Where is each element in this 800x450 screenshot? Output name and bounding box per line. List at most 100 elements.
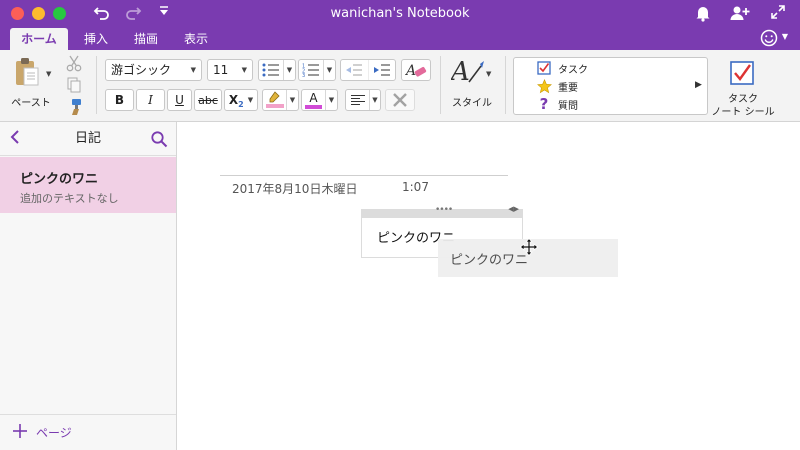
- search-icon[interactable]: [150, 130, 168, 148]
- page-list-item-title: ピンクのワニ: [20, 172, 99, 187]
- checkbox-icon: [536, 60, 552, 76]
- italic-button[interactable]: I: [136, 89, 165, 111]
- increase-indent-icon[interactable]: [369, 60, 396, 80]
- page-list-sidebar: 日記 ピンクのワニ 追加のテキストなし ページ: [0, 122, 177, 450]
- svg-text:3: 3: [302, 73, 305, 77]
- plus-icon: [12, 423, 28, 441]
- font-size-chevron-down-icon: ▼: [241, 66, 247, 74]
- customize-toolbar-icon[interactable]: [153, 4, 175, 26]
- subscript-button[interactable]: X2 ▼: [224, 89, 258, 111]
- underline-button[interactable]: U: [167, 89, 192, 111]
- tag-item-label: 重要: [558, 82, 578, 94]
- paste-button-label[interactable]: ペースト: [6, 94, 56, 109]
- fullscreen-expand-icon[interactable]: [767, 4, 789, 25]
- ribbon-separator: [96, 56, 97, 114]
- window-title: wanichan's Notebook: [330, 6, 470, 21]
- tags-gallery[interactable]: タスク 重要 ? 質問 ▶: [513, 57, 708, 115]
- highlight-chevron-down-icon[interactable]: ▼: [287, 90, 298, 110]
- tags-gallery-expand-arrow-icon[interactable]: ▶: [695, 80, 702, 90]
- font-size-select[interactable]: 11 ▼: [207, 59, 253, 81]
- tag-item-label: タスク: [558, 64, 588, 76]
- tag-item-label: 質問: [558, 100, 578, 112]
- todo-tag-button-label[interactable]: タスク ノート シール: [706, 93, 780, 119]
- tag-item-question[interactable]: ? 質問: [536, 95, 578, 113]
- tag-item-important[interactable]: 重要: [536, 78, 578, 94]
- redo-icon[interactable]: [122, 4, 144, 27]
- strikethrough-button[interactable]: abc: [194, 89, 222, 111]
- add-page-label: ページ: [36, 425, 72, 440]
- svg-text:A: A: [451, 57, 470, 86]
- move-cursor-icon: [519, 237, 539, 257]
- feedback-chevron-down-icon[interactable]: ▼: [782, 32, 788, 41]
- numbered-list-chevron-down-icon[interactable]: ▼: [324, 60, 335, 80]
- title-bar: wanichan's Notebook: [0, 0, 800, 28]
- tab-insert[interactable]: 挿入: [74, 28, 118, 50]
- bold-button[interactable]: B: [105, 89, 134, 111]
- highlighter-icon[interactable]: [263, 90, 287, 110]
- tab-view[interactable]: 表示: [174, 28, 218, 50]
- svg-text:A: A: [405, 63, 416, 79]
- bullet-list-icon[interactable]: [259, 60, 284, 80]
- resize-arrows-icon[interactable]: ◀▶: [508, 205, 519, 213]
- clear-formatting-eraser-icon: A: [405, 63, 427, 79]
- indent-control[interactable]: [340, 59, 396, 81]
- note-container-drag-handle[interactable]: •••• ◀▶: [362, 205, 522, 218]
- tab-draw[interactable]: 描画: [124, 28, 168, 50]
- cut-scissors-icon[interactable]: [65, 54, 83, 72]
- delete-button[interactable]: [385, 89, 415, 111]
- copy-icon[interactable]: [65, 76, 83, 94]
- paste-options-chevron-down-icon[interactable]: ▼: [46, 70, 51, 78]
- sidebar-footer: ページ: [0, 414, 176, 450]
- ribbon-separator: [440, 56, 441, 114]
- font-name-select[interactable]: 游ゴシック ▼: [105, 59, 202, 81]
- font-color-chevron-down-icon[interactable]: ▼: [326, 90, 337, 110]
- tag-item-task[interactable]: タスク: [536, 60, 588, 76]
- bullet-list-chevron-down-icon[interactable]: ▼: [284, 60, 295, 80]
- drag-preview-text: ピンクのワニ: [450, 253, 529, 268]
- share-add-person-icon[interactable]: [729, 4, 751, 27]
- subscript-chevron-down-icon: ▼: [247, 96, 254, 104]
- zoom-window-button[interactable]: [53, 7, 66, 20]
- section-header: 日記: [0, 122, 176, 156]
- undo-icon[interactable]: [91, 4, 113, 27]
- page-time: 1:07: [402, 180, 429, 194]
- numbered-list-control[interactable]: 123 ▼: [298, 59, 336, 81]
- feedback-smiley-icon[interactable]: [760, 29, 778, 52]
- todo-tag-label-line1: タスク: [728, 94, 758, 105]
- delete-x-icon: [393, 93, 407, 107]
- clear-formatting-button[interactable]: A: [401, 59, 431, 81]
- todo-tag-label-line2: ノート シール: [711, 107, 775, 118]
- paragraph-align-control[interactable]: ▼: [345, 89, 381, 111]
- align-chevron-down-icon[interactable]: ▼: [370, 90, 380, 110]
- align-left-icon[interactable]: [346, 90, 370, 110]
- highlight-color-control[interactable]: ▼: [262, 89, 299, 111]
- subscript-letter: X: [228, 93, 239, 107]
- add-page-button[interactable]: ページ: [12, 423, 72, 441]
- tab-home[interactable]: ホーム: [10, 28, 68, 50]
- paste-clipboard-icon[interactable]: [14, 57, 42, 87]
- numbered-list-icon[interactable]: 123: [299, 60, 324, 80]
- styles-chevron-down-icon[interactable]: ▼: [486, 70, 491, 78]
- notifications-bell-icon[interactable]: [692, 4, 714, 27]
- font-name-value: 游ゴシック: [111, 63, 172, 77]
- font-color-icon[interactable]: A: [302, 90, 326, 110]
- question-icon: ?: [539, 95, 549, 113]
- styles-icon[interactable]: A: [449, 56, 485, 87]
- format-painter-brush-icon[interactable]: [65, 98, 83, 116]
- subscript-index: 2: [238, 99, 244, 109]
- close-window-button[interactable]: [11, 7, 24, 20]
- page-list-item[interactable]: ピンクのワニ 追加のテキストなし: [0, 157, 176, 213]
- page-canvas[interactable]: 2017年8月10日木曜日 1:07 •••• ◀▶ ピンクのワニ ピンクのワニ: [178, 122, 800, 450]
- page-list-item-subtitle: 追加のテキストなし: [20, 192, 119, 205]
- font-size-value: 11: [213, 63, 229, 77]
- styles-label[interactable]: スタイル: [444, 94, 500, 109]
- page-date: 2017年8月10日木曜日: [232, 182, 358, 196]
- font-color-control[interactable]: A ▼: [301, 89, 338, 111]
- bullet-list-control[interactable]: ▼: [258, 59, 296, 81]
- minimize-window-button[interactable]: [32, 7, 45, 20]
- todo-tag-checkbox-icon[interactable]: [729, 60, 755, 86]
- ribbon-tab-bar: ホーム 挿入 描画 表示 ▼: [0, 28, 800, 50]
- decrease-indent-icon[interactable]: [341, 60, 369, 80]
- star-icon: [536, 78, 552, 94]
- ribbon-separator: [505, 56, 506, 114]
